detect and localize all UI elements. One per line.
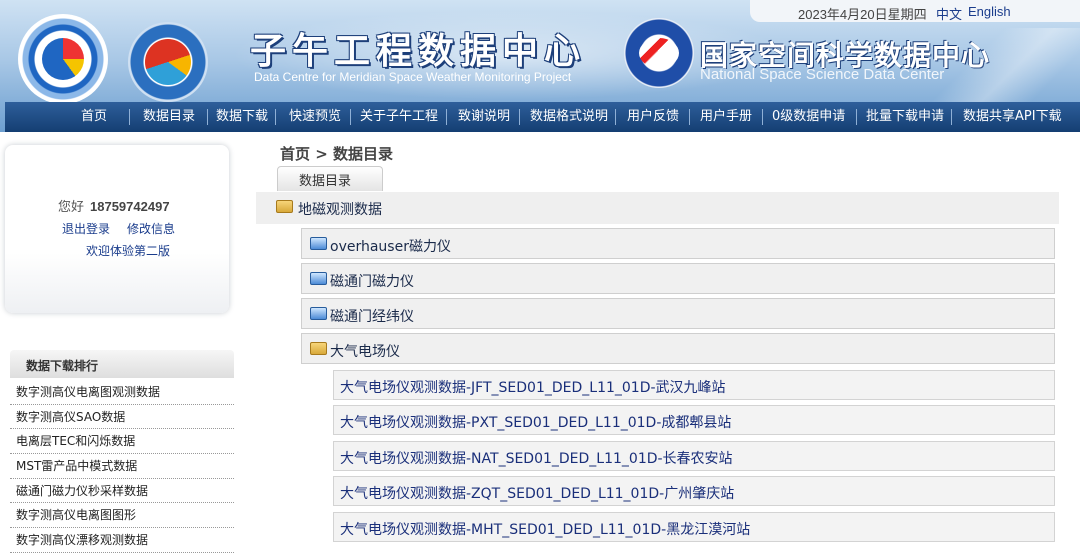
folder-open-icon (310, 342, 327, 355)
catalog-tree: 地磁观测数据 overhauser磁力仪 磁通门磁力仪 磁通门经纬仪 大气电场仪… (256, 192, 1059, 547)
user-panel (5, 145, 229, 313)
dataset-link[interactable]: 大气电场仪观测数据-PXT_SED01_DED_L11_01D-成都郫县站 (340, 412, 731, 432)
dataset-link[interactable]: 大气电场仪观测数据-JFT_SED01_DED_L11_01D-武汉九峰站 (340, 377, 726, 397)
breadcrumb: 首页 > 数据目录 (280, 145, 394, 163)
nav-divider (689, 109, 690, 125)
folder-closed-icon (310, 307, 327, 320)
nav-about-project[interactable]: 关于子午工程 (360, 102, 438, 132)
tab-data-catalog[interactable]: 数据目录 (277, 166, 383, 191)
folder-closed-icon (310, 237, 327, 250)
nav-divider (446, 109, 447, 125)
ranking-item[interactable]: MST雷产品中模式数据 (10, 454, 234, 479)
nav-divider (207, 109, 208, 125)
tree-node-fluxgate-theodolite[interactable]: 磁通门经纬仪 (301, 298, 1055, 329)
language-english-link[interactable]: English (968, 4, 1011, 19)
logout-link[interactable]: 退出登录 (62, 220, 110, 237)
ranking-title: 数据下载排行 (26, 359, 99, 373)
date-language-bar: 2023年4月20日星期四 中文 English (750, 0, 1080, 23)
nav-divider (615, 109, 616, 125)
dataset-item-wuhan[interactable]: 大气电场仪观测数据-JFT_SED01_DED_L11_01D-武汉九峰站 (333, 370, 1055, 400)
site-title-en: Data Centre for Meridian Space Weather M… (254, 70, 572, 84)
meridian-logo (128, 22, 208, 102)
ranking-item[interactable]: 数字测高仪电离图图形 (10, 503, 234, 529)
nssdc-logo (624, 18, 694, 88)
ranking-list: 数字测高仪电离图观测数据 数字测高仪SAO数据 电离层TEC和闪烁数据 MST雷… (10, 380, 234, 553)
folder-closed-icon (310, 272, 327, 285)
nav-divider (762, 109, 763, 125)
dataset-link[interactable]: 大气电场仪观测数据-MHT_SED01_DED_L11_01D-黑龙江漠河站 (340, 519, 750, 539)
site-title-cn: 子午工程数据中心 (250, 31, 587, 72)
nav-data-download[interactable]: 数据下载 (216, 102, 268, 132)
ranking-item[interactable]: 数字测高仪电离图观测数据 (10, 380, 234, 405)
nssdc-logo-emblem (639, 38, 679, 68)
nav-user-manual[interactable]: 用户手册 (700, 102, 752, 132)
main-nav: 首页 数据目录 数据下载 快速预览 关于子午工程 致谢说明 数据格式说明 用户反… (5, 102, 1080, 132)
tree-node-label: 大气电场仪 (330, 344, 400, 360)
dataset-item-guangzhou[interactable]: 大气电场仪观测数据-ZQT_SED01_DED_L11_01D-广州肇庆站 (333, 476, 1055, 506)
edit-info-link[interactable]: 修改信息 (127, 220, 175, 237)
tab-label: 数据目录 (299, 174, 352, 189)
nav-divider (275, 109, 276, 125)
nav-quick-preview[interactable]: 快速预览 (289, 102, 341, 132)
nav-feedback[interactable]: 用户反馈 (627, 102, 679, 132)
language-chinese-link[interactable]: 中文 (936, 4, 962, 23)
nssdc-title-en: National Space Science Data Center (700, 66, 945, 83)
ranking-item[interactable]: 数字测高仪SAO数据 (10, 405, 234, 430)
tree-node-label: 磁通门经纬仪 (330, 309, 414, 325)
ranking-header: 数据下载排行 (10, 350, 234, 378)
tree-node-label: overhauser磁力仪 (330, 239, 451, 255)
tree-node-fluxgate-magnetometer[interactable]: 磁通门磁力仪 (301, 263, 1055, 294)
nav-data-catalog[interactable]: 数据目录 (143, 102, 195, 132)
nav-divider (519, 109, 520, 125)
folder-open-icon (276, 200, 293, 213)
nav-divider (129, 109, 130, 125)
tree-node-overhauser[interactable]: overhauser磁力仪 (301, 228, 1055, 259)
tree-node-label: 地磁观测数据 (298, 202, 382, 218)
nav-api-download[interactable]: 数据共享API下载 (963, 102, 1062, 132)
ranking-item[interactable]: 数字测高仪漂移观测数据 (10, 528, 234, 553)
dataset-item-mohe[interactable]: 大气电场仪观测数据-MHT_SED01_DED_L11_01D-黑龙江漠河站 (333, 512, 1055, 542)
user-panel-fade (5, 253, 229, 313)
user-greeting: 您好 18759742497 (58, 196, 170, 215)
current-date: 2023年4月20日星期四 (798, 7, 927, 22)
cas-logo-emblem (42, 38, 84, 80)
ranking-item[interactable]: 电离层TEC和闪烁数据 (10, 429, 234, 455)
dataset-link[interactable]: 大气电场仪观测数据-ZQT_SED01_DED_L11_01D-广州肇庆站 (340, 483, 734, 503)
nav-acknowledgement[interactable]: 致谢说明 (458, 102, 510, 132)
dataset-item-chengdu[interactable]: 大气电场仪观测数据-PXT_SED01_DED_L11_01D-成都郫县站 (333, 405, 1055, 435)
tree-node-label: 磁通门磁力仪 (330, 274, 414, 290)
nav-home[interactable]: 首页 (81, 102, 107, 132)
dataset-link[interactable]: 大气电场仪观测数据-NAT_SED01_DED_L11_01D-长春农安站 (340, 448, 733, 468)
nav-divider (856, 109, 857, 125)
user-phone: 18759742497 (90, 199, 170, 214)
nav-divider (350, 109, 351, 125)
nav-level0-request[interactable]: 0级数据申请 (772, 102, 845, 132)
cas-logo (18, 14, 108, 104)
ranking-item[interactable]: 磁通门磁力仪秒采样数据 (10, 479, 234, 504)
welcome-link[interactable]: 欢迎体验第二版 (86, 242, 170, 259)
nav-divider (951, 109, 952, 125)
tree-node-geomagnetic[interactable]: 地磁观测数据 (256, 192, 1059, 224)
nav-batch-download[interactable]: 批量下载申请 (866, 102, 944, 132)
meridian-logo-emblem (145, 39, 191, 85)
dataset-item-changchun[interactable]: 大气电场仪观测数据-NAT_SED01_DED_L11_01D-长春农安站 (333, 441, 1055, 471)
nav-data-format[interactable]: 数据格式说明 (530, 102, 608, 132)
tree-node-atmospheric-field-meter[interactable]: 大气电场仪 (301, 333, 1055, 364)
greeting-text: 您好 (58, 200, 85, 215)
